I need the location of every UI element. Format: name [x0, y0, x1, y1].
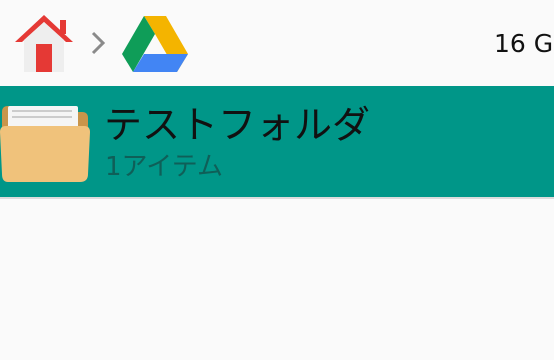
google-drive-button[interactable] [122, 14, 188, 72]
home-button[interactable] [12, 12, 76, 74]
list-item[interactable]: テストフォルダ 1アイテム [0, 86, 554, 197]
folder-item-count: 1アイテム [105, 152, 223, 182]
folder-icon [0, 102, 90, 182]
breadcrumb-bar: 16 G [0, 0, 554, 86]
file-list-empty-area [0, 199, 554, 360]
google-drive-icon [122, 16, 188, 72]
home-icon [15, 15, 73, 72]
folder-name: テストフォルダ [104, 103, 371, 147]
storage-info: 16 G [494, 29, 554, 58]
chevron-right-icon [91, 31, 106, 55]
breadcrumb-separator [88, 27, 110, 59]
